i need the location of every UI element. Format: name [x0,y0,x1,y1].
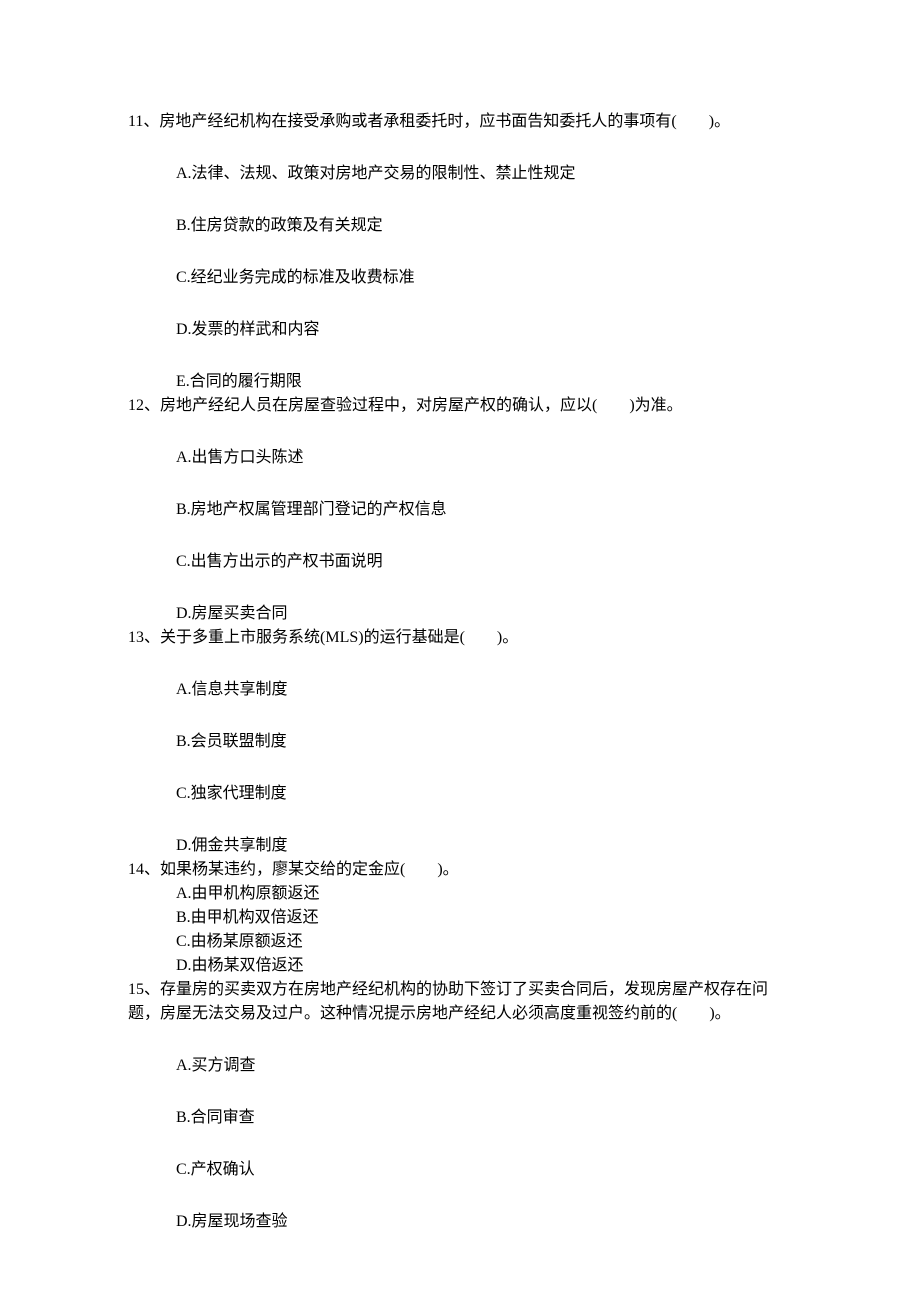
question-13-text: 关于多重上市服务系统(MLS)的运行基础是( )。 [160,629,518,646]
question-11-options: A.法律、法规、政策对房地产交易的限制性、禁止性规定 B.住房贷款的政策及有关规… [128,162,800,394]
question-15-options: A.买方调查 B.合同审查 C.产权确认 D.房屋现场查验 [128,1054,800,1234]
question-14-options: A.由甲机构原额返还 B.由甲机构双倍返还 C.由杨某原额返还 D.由杨某双倍返… [128,882,800,978]
question-13-option-D: D.佣金共享制度 [128,834,800,858]
question-14-option-B: B.由甲机构双倍返还 [128,906,800,930]
question-13-option-B: B.会员联盟制度 [128,730,800,754]
question-15-stem-line1: 15、存量房的买卖双方在房地产经纪机构的协助下签订了买卖合同后，发现房屋产权存在… [128,978,800,1002]
question-11-option-B: B.住房贷款的政策及有关规定 [128,214,800,238]
question-11-option-A: A.法律、法规、政策对房地产交易的限制性、禁止性规定 [128,162,800,186]
question-11-stem: 11、房地产经纪机构在接受承购或者承租委托时，应书面告知委托人的事项有( )。 [128,110,800,134]
question-11-option-E: E.合同的履行期限 [128,370,800,394]
question-15-option-A: A.买方调查 [128,1054,800,1078]
exam-page: 11、房地产经纪机构在接受承购或者承租委托时，应书面告知委托人的事项有( )。 … [0,0,920,1302]
question-12-option-C: C.出售方出示的产权书面说明 [128,550,800,574]
question-11-option-D: D.发票的样武和内容 [128,318,800,342]
question-15-option-D: D.房屋现场查验 [128,1210,800,1234]
question-12-option-A: A.出售方口头陈述 [128,446,800,470]
question-13-option-C: C.独家代理制度 [128,782,800,806]
question-12-options: A.出售方口头陈述 B.房地产权属管理部门登记的产权信息 C.出售方出示的产权书… [128,446,800,626]
question-13-number: 13、 [128,629,160,646]
question-14-option-C: C.由杨某原额返还 [128,930,800,954]
question-12-option-B: B.房地产权属管理部门登记的产权信息 [128,498,800,522]
question-12-stem: 12、房地产经纪人员在房屋查验过程中，对房屋产权的确认，应以( )为准。 [128,394,800,418]
question-11: 11、房地产经纪机构在接受承购或者承租委托时，应书面告知委托人的事项有( )。 … [128,110,800,394]
question-15-stem-line2: 题，房屋无法交易及过户。这种情况提示房地产经纪人必须高度重视签约前的( )。 [128,1002,800,1026]
question-12-option-D: D.房屋买卖合同 [128,602,800,626]
question-14-number: 14、 [128,861,160,878]
question-12-number: 12、 [128,397,160,414]
question-15-option-C: C.产权确认 [128,1158,800,1182]
question-11-number: 11、 [128,113,159,130]
question-14-stem: 14、如果杨某违约，廖某交给的定金应( )。 [128,858,800,882]
question-15-text-1: 存量房的买卖双方在房地产经纪机构的协助下签订了买卖合同后，发现房屋产权存在问 [160,981,768,998]
question-12-text: 房地产经纪人员在房屋查验过程中，对房屋产权的确认，应以( )为准。 [160,397,683,414]
question-14-option-D: D.由杨某双倍返还 [128,954,800,978]
question-14-text: 如果杨某违约，廖某交给的定金应( )。 [160,861,459,878]
question-13-option-A: A.信息共享制度 [128,678,800,702]
question-15-number: 15、 [128,981,160,998]
question-13: 13、关于多重上市服务系统(MLS)的运行基础是( )。 A.信息共享制度 B.… [128,626,800,858]
question-13-options: A.信息共享制度 B.会员联盟制度 C.独家代理制度 D.佣金共享制度 [128,678,800,858]
question-13-stem: 13、关于多重上市服务系统(MLS)的运行基础是( )。 [128,626,800,650]
question-11-option-C: C.经纪业务完成的标准及收费标准 [128,266,800,290]
question-14-option-A: A.由甲机构原额返还 [128,882,800,906]
question-15: 15、存量房的买卖双方在房地产经纪机构的协助下签订了买卖合同后，发现房屋产权存在… [128,978,800,1234]
question-12: 12、房地产经纪人员在房屋查验过程中，对房屋产权的确认，应以( )为准。 A.出… [128,394,800,626]
question-14: 14、如果杨某违约，廖某交给的定金应( )。 A.由甲机构原额返还 B.由甲机构… [128,858,800,978]
question-11-text: 房地产经纪机构在接受承购或者承租委托时，应书面告知委托人的事项有( )。 [159,113,730,130]
question-15-option-B: B.合同审查 [128,1106,800,1130]
